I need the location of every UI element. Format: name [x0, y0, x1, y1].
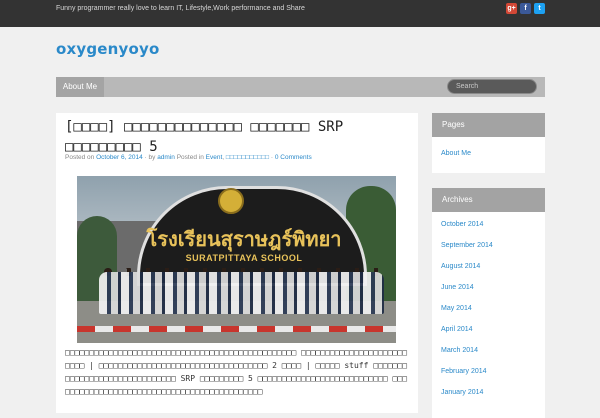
archives-widget: Archives October 2014 September 2014 Aug…	[432, 188, 545, 418]
archives-list: October 2014 September 2014 August 2014 …	[432, 214, 545, 403]
by-label: · by	[144, 154, 156, 161]
archive-link[interactable]: March 2014	[432, 340, 545, 361]
pages-link-about-me[interactable]: About Me	[432, 150, 545, 157]
pages-widget-title: Pages	[432, 113, 545, 137]
photo-students-group	[99, 272, 384, 314]
archive-link[interactable]: April 2014	[432, 319, 545, 340]
twitter-icon[interactable]: t	[534, 3, 545, 14]
archive-link[interactable]: February 2014	[432, 361, 545, 382]
featured-image[interactable]: โรงเรียนสุราษฎร์พิทยา SURATPITTAYA SCHOO…	[77, 176, 396, 343]
sign-english-text: SURATPITTAYA SCHOOL	[185, 253, 303, 263]
post-card: [□□□□] □□□□□□□□□□□□□□ □□□□□□□ SRP □□□□□□…	[56, 113, 418, 413]
archive-link[interactable]: October 2014	[432, 214, 545, 235]
tag-link[interactable]: □□□□□□□□□□□	[226, 154, 269, 161]
facebook-icon[interactable]: f	[520, 3, 531, 14]
site-title[interactable]: oxygenyoyo	[56, 40, 160, 58]
post-title[interactable]: [□□□□] □□□□□□□□□□□□□□ □□□□□□□ SRP □□□□□□…	[65, 117, 410, 157]
post-meta: Posted on October 6, 2014 · by admin Pos…	[65, 154, 415, 161]
author-link[interactable]: admin	[157, 154, 175, 161]
post-excerpt: □□□□□□□□□□□□□□□□□□□□□□□□□□□□□□□□□□□□□□□□…	[65, 348, 407, 396]
archive-link[interactable]: August 2014	[432, 256, 545, 277]
archive-link[interactable]: September 2014	[432, 235, 545, 256]
archive-link[interactable]: May 2014	[432, 298, 545, 319]
search-input[interactable]: Search	[447, 79, 537, 94]
sign-thai-text: โรงเรียนสุราษฎร์พิทยา	[146, 227, 342, 251]
category-link[interactable]: Event	[206, 154, 223, 161]
posted-on-label: Posted on	[65, 154, 95, 161]
photo-curb	[77, 326, 396, 332]
archive-link[interactable]: June 2014	[432, 277, 545, 298]
school-emblem-icon	[218, 188, 244, 214]
posted-in-label: Posted in	[176, 154, 204, 161]
top-bar: Funny programmer really love to learn IT…	[0, 0, 600, 27]
archives-widget-title: Archives	[432, 188, 545, 212]
google-plus-icon[interactable]: g+	[506, 3, 517, 14]
meta-dot: ·	[270, 154, 274, 161]
post-date-link[interactable]: October 6, 2014	[96, 154, 143, 161]
pages-widget: Pages About Me	[432, 113, 545, 173]
meta-separator: ,	[222, 154, 225, 161]
comments-link[interactable]: 0 Comments	[275, 154, 312, 161]
site-tagline: Funny programmer really love to learn IT…	[56, 5, 305, 12]
nav-item-about-me[interactable]: About Me	[56, 77, 104, 97]
